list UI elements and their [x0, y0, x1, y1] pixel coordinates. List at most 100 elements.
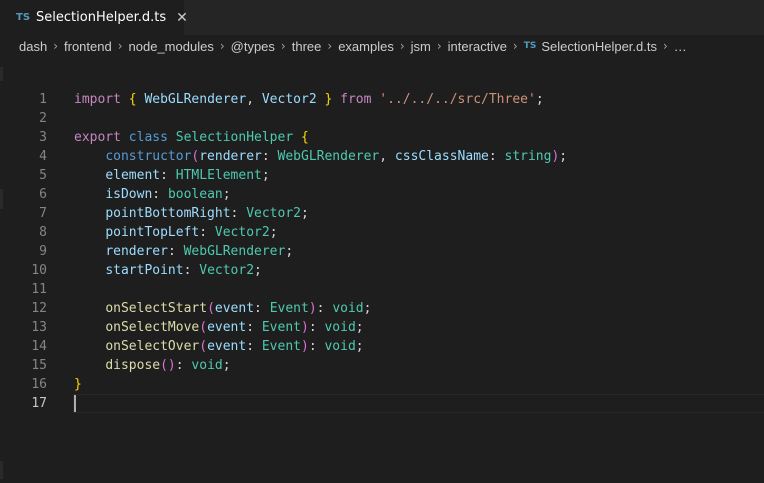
breadcrumb-item-examples[interactable]: examples — [338, 39, 394, 54]
code-token: Event — [261, 339, 301, 354]
code-token: startPoint — [105, 263, 184, 278]
gutter-marker — [0, 67, 3, 81]
breadcrumb-item-file[interactable]: SelectionHelper.d.ts — [541, 39, 657, 54]
code-line[interactable]: 3 export class SelectionHelper { — [0, 128, 764, 147]
breadcrumb-item-frontend[interactable]: frontend — [64, 39, 112, 54]
code-token: , — [379, 149, 395, 164]
line-number: 9 — [39, 244, 47, 259]
code-line[interactable]: 14 onSelectOver(event: Event): void; — [0, 337, 764, 356]
code-token: ; — [301, 206, 309, 221]
chevron-right-icon: › — [117, 39, 123, 53]
code-token: : — [183, 263, 200, 278]
code-token: ; — [535, 92, 544, 107]
code-token: ; — [269, 225, 278, 240]
code-token: : — [175, 358, 192, 373]
code-line[interactable]: 12 onSelectStart(event: Event): void; — [0, 299, 764, 318]
editor-tab-selection-helper[interactable]: TS SelectionHelper.d.ts ✕ — [0, 0, 188, 35]
code-text: pointTopLeft: Vector2; — [74, 223, 278, 242]
breadcrumb-item-three[interactable]: three — [292, 39, 322, 54]
code-line[interactable]: 17 — [0, 394, 764, 413]
code-token: import — [74, 92, 121, 107]
code-token: : — [254, 301, 270, 316]
code-token: Vector2 — [261, 92, 317, 107]
code-token: : — [160, 168, 176, 183]
line-number: 12 — [31, 301, 47, 316]
code-token: renderer — [105, 244, 168, 259]
typescript-file-icon: TS — [523, 41, 537, 51]
code-line[interactable]: 1 import { WebGLRenderer, Vector2 } from … — [0, 90, 764, 109]
code-token: : — [230, 206, 247, 221]
code-line[interactable]: 13 onSelectMove(event: Event): void; — [0, 318, 764, 337]
code-token: export — [74, 130, 121, 145]
line-number: 14 — [31, 339, 47, 354]
breadcrumb-item-jsm[interactable]: jsm — [411, 39, 431, 54]
close-icon[interactable]: ✕ — [176, 11, 188, 25]
breadcrumb-item-types[interactable]: @types — [231, 39, 275, 54]
current-line-highlight — [73, 394, 764, 413]
code-token: : — [246, 339, 262, 354]
gutter-marker — [0, 461, 3, 479]
code-token: onSelectStart — [105, 301, 208, 316]
code-text: pointBottomRight: Vector2; — [74, 204, 309, 223]
line-number: 11 — [31, 282, 47, 297]
code-line[interactable]: 8 pointTopLeft: Vector2; — [0, 223, 764, 242]
line-number: 10 — [31, 263, 47, 278]
code-text: onSelectMove(event: Event): void; — [74, 318, 363, 337]
code-line[interactable]: 11 — [0, 280, 764, 299]
line-number: 13 — [31, 320, 47, 335]
line-number: 1 — [39, 92, 47, 107]
code-token: : — [261, 149, 278, 164]
line-number: 15 — [31, 358, 47, 373]
line-number: 16 — [31, 377, 47, 392]
code-token: WebGLRenderer — [277, 149, 380, 164]
code-line[interactable]: 6 isDown: boolean; — [0, 185, 764, 204]
chevron-right-icon: › — [399, 39, 405, 53]
code-line[interactable]: 16} — [0, 375, 764, 394]
code-token: event — [207, 339, 247, 354]
breadcrumb: dash › frontend › node_modules › @types … — [0, 35, 764, 57]
breadcrumb-ellipsis[interactable]: … — [674, 39, 687, 54]
line-number: 2 — [39, 111, 47, 126]
chevron-right-icon: › — [53, 39, 59, 53]
code-line[interactable]: 7 pointBottomRight: Vector2; — [0, 204, 764, 223]
breadcrumb-item-dash[interactable]: dash — [19, 39, 47, 54]
code-token: Event — [269, 301, 309, 316]
chevron-right-icon: › — [436, 39, 442, 53]
code-line[interactable]: 5 element: HTMLElement; — [0, 166, 764, 185]
code-line[interactable]: 2 — [0, 109, 764, 128]
code-line[interactable]: 4 constructor(renderer: WebGLRenderer, c… — [0, 147, 764, 166]
line-number: 8 — [39, 225, 47, 240]
code-token: ; — [261, 168, 270, 183]
code-text: dispose(): void; — [74, 356, 230, 375]
code-token: { — [301, 130, 309, 145]
code-editor[interactable]: 1 import { WebGLRenderer, Vector2 } from … — [0, 57, 764, 483]
breadcrumb-item-interactive[interactable]: interactive — [448, 39, 507, 54]
line-number: 6 — [39, 187, 47, 202]
code-token: WebGLRenderer — [144, 92, 247, 107]
code-token: event — [214, 301, 255, 316]
code-token: Vector2 — [214, 225, 270, 240]
code-line[interactable]: 15 dispose(): void; — [0, 356, 764, 375]
line-number: 3 — [39, 130, 47, 145]
code-token: : — [488, 149, 505, 164]
code-token: event — [207, 320, 247, 335]
code-token: void — [332, 301, 364, 316]
code-token: : — [316, 301, 333, 316]
code-text: renderer: WebGLRenderer; — [74, 242, 293, 261]
code-token: constructor — [105, 149, 192, 164]
code-token: ( — [199, 339, 208, 354]
code-token: : — [246, 320, 262, 335]
code-text: onSelectStart(event: Event): void; — [74, 299, 371, 318]
breadcrumb-item-node-modules[interactable]: node_modules — [129, 39, 214, 54]
code-line[interactable]: 9 renderer: WebGLRenderer; — [0, 242, 764, 261]
code-line[interactable]: 10 startPoint: Vector2; — [0, 261, 764, 280]
